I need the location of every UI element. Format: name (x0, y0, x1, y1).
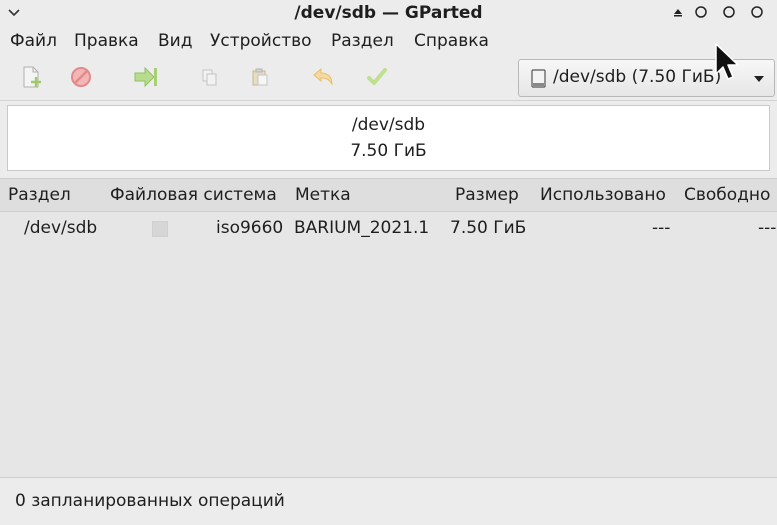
new-partition-icon (23, 66, 41, 88)
partition-list-header: Раздел Файловая система Метка Размер Исп… (0, 179, 777, 212)
keep-above-icon[interactable] (671, 5, 685, 19)
cell-used: --- (652, 218, 671, 238)
resize-move-button[interactable] (133, 64, 159, 90)
cell-partition: /dev/sdb (24, 218, 98, 238)
column-header-label[interactable]: Метка (295, 185, 351, 205)
copy-button[interactable] (196, 64, 222, 90)
minimize-icon[interactable] (694, 5, 708, 19)
cell-size: 7.50 ГиБ (450, 218, 527, 238)
column-header-filesystem[interactable]: Файловая система (110, 185, 277, 205)
delete-icon (71, 67, 91, 87)
menu-partition[interactable]: Раздел (330, 31, 395, 51)
status-bar: 0 запланированных операций (0, 477, 777, 525)
column-header-used[interactable]: Использовано (540, 185, 666, 205)
menu-bar: Файл Правка Вид Устройство Раздел Справк… (0, 28, 777, 56)
mouse-cursor-icon (715, 43, 739, 80)
menu-view[interactable]: Вид (157, 31, 193, 51)
new-partition-button[interactable] (18, 64, 44, 90)
paste-icon (252, 68, 268, 86)
partition-list[interactable]: Раздел Файловая система Метка Размер Исп… (0, 178, 777, 477)
disk-graphic[interactable]: /dev/sdb 7.50 ГиБ (7, 105, 770, 171)
copy-icon (202, 69, 217, 86)
pending-operations-status: 0 запланированных операций (15, 491, 285, 511)
column-header-size[interactable]: Размер (455, 185, 519, 205)
toolbar-separator (0, 100, 777, 101)
menu-device[interactable]: Устройство (209, 31, 313, 51)
disk-graphic-size: 7.50 ГиБ (350, 141, 427, 161)
undo-icon (313, 67, 333, 86)
undo-button[interactable] (310, 64, 336, 90)
close-icon[interactable] (750, 5, 764, 19)
window-title: /dev/sdb — GParted (294, 3, 483, 23)
menu-file[interactable]: Файл (9, 31, 58, 51)
title-bar: /dev/sdb — GParted (0, 0, 777, 28)
cell-label: BARIUM_2021.1 (294, 218, 430, 238)
table-row[interactable]: /dev/sdb iso9660 BARIUM_2021.1 7.50 ГиБ … (0, 213, 777, 243)
column-header-partition[interactable]: Раздел (8, 185, 71, 205)
cell-free: --- (758, 218, 777, 238)
disk-graphic-device: /dev/sdb (351, 115, 426, 135)
menu-edit[interactable]: Правка (73, 31, 140, 51)
maximize-icon[interactable] (722, 5, 736, 19)
apply-button[interactable] (364, 64, 390, 90)
resize-move-icon (134, 66, 157, 88)
cell-filesystem: iso9660 (216, 218, 284, 238)
delete-partition-button[interactable] (68, 64, 94, 90)
hard-disk-icon (531, 69, 546, 88)
menu-help[interactable]: Справка (413, 31, 490, 51)
device-selector-label: /dev/sdb (7.50 ГиБ) (553, 67, 722, 87)
paste-button[interactable] (247, 64, 273, 90)
filesystem-color-swatch (152, 221, 168, 237)
column-header-free[interactable]: Свободно (684, 185, 770, 205)
apply-icon (367, 68, 387, 85)
dropdown-arrow-icon (754, 76, 764, 82)
